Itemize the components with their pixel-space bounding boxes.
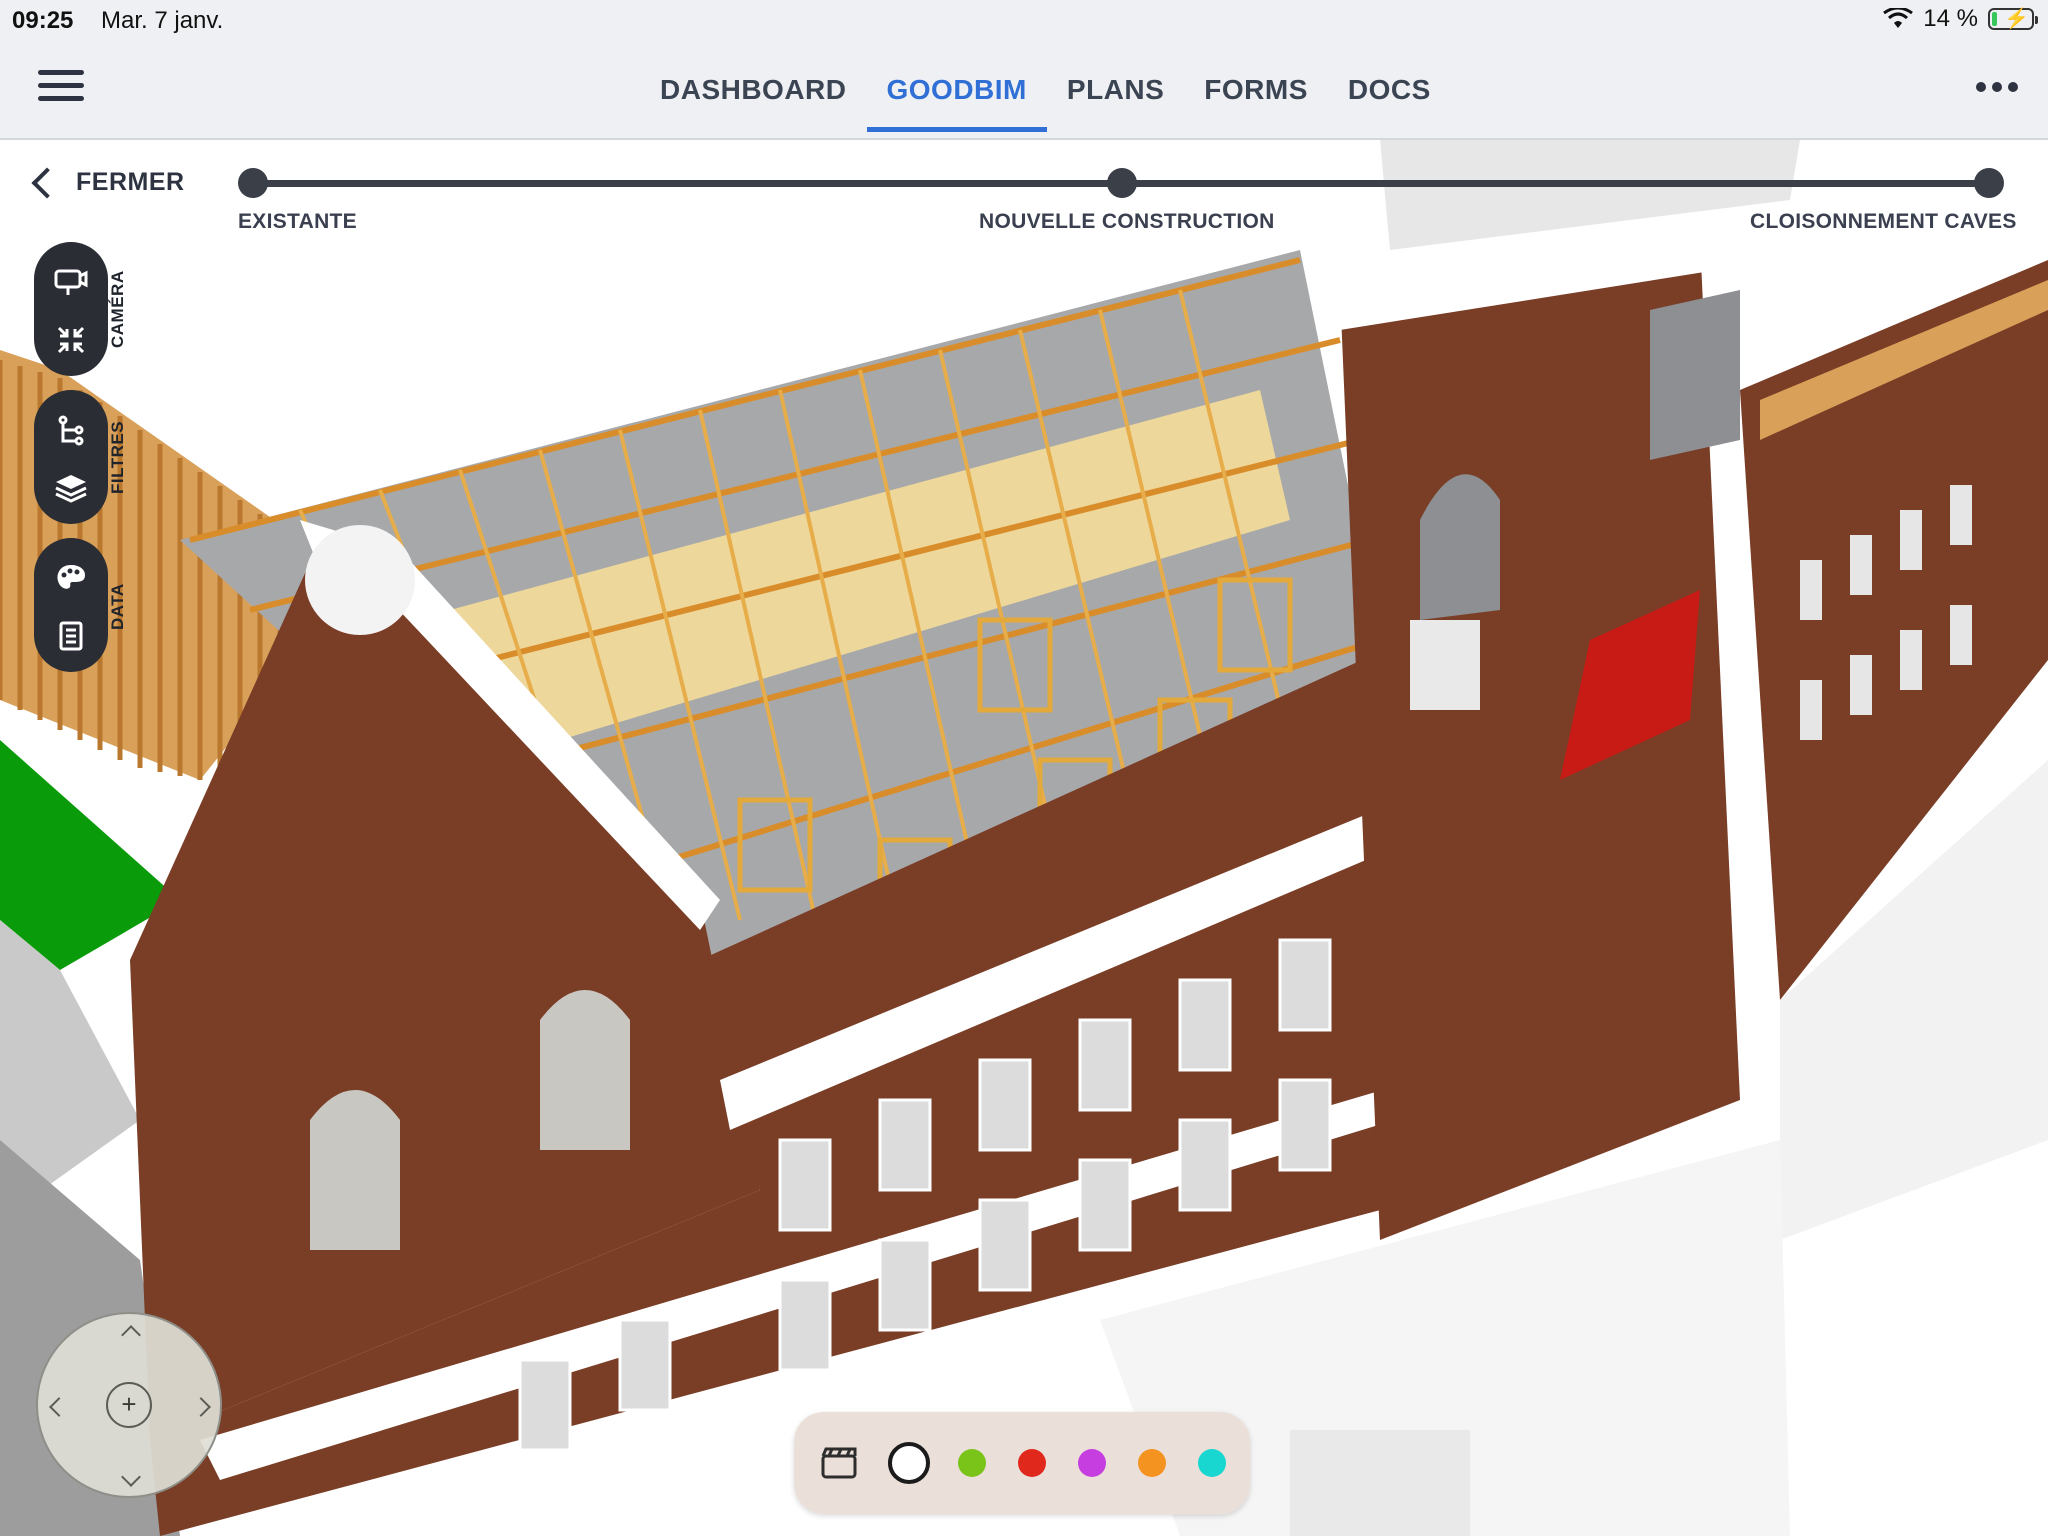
clapperboard-icon[interactable] [820, 1446, 858, 1485]
hamburger-icon[interactable] [38, 70, 84, 106]
joystick-left-arrow-icon [49, 1397, 69, 1417]
camera-icon[interactable] [45, 256, 97, 308]
data-toolbar [34, 538, 108, 672]
battery-level [1992, 12, 1997, 26]
color-swatch-cyan[interactable] [1198, 1449, 1226, 1477]
color-swatch-orange[interactable] [1138, 1449, 1166, 1477]
tab-dashboard[interactable]: DASHBOARD [640, 38, 867, 138]
status-date: Mar. 7 janv. [101, 7, 224, 34]
color-swatch-red[interactable] [1018, 1449, 1046, 1477]
joystick-right-arrow-icon [191, 1397, 211, 1417]
battery-icon: ⚡ [1988, 8, 2038, 30]
phase-label-cloisonnement-caves: CLOISONNEMENT CAVES [1750, 210, 2017, 233]
phase-node-cloisonnement-caves[interactable] [1974, 168, 2004, 198]
tab-plans[interactable]: PLANS [1047, 38, 1184, 138]
top-nav-bar: DASHBOARD GOODBIM PLANS FORMS DOCS [0, 38, 2048, 140]
phase-label-nouvelle-construction: NOUVELLE CONSTRUCTION [979, 210, 1275, 233]
tab-docs[interactable]: DOCS [1328, 38, 1451, 138]
close-label: FERMER [76, 168, 185, 196]
wifi-icon [1883, 8, 1914, 28]
nav-tabs: DASHBOARD GOODBIM PLANS FORMS DOCS [640, 38, 1451, 138]
close-button[interactable]: FERMER [28, 166, 185, 199]
tab-goodbim[interactable]: GOODBIM [866, 38, 1048, 138]
camera-label: CAMÉRA [108, 270, 127, 348]
camera-toolbar [34, 242, 108, 376]
battery-percent: 14 % [1923, 5, 1978, 32]
chevron-left-icon [31, 166, 63, 199]
phase-node-nouvelle-construction[interactable] [1107, 168, 1137, 198]
tab-forms[interactable]: FORMS [1184, 38, 1328, 138]
joystick-up-arrow-icon [121, 1325, 141, 1345]
filters-label: FILTRES [108, 420, 127, 494]
phase-node-existante[interactable] [238, 168, 268, 198]
more-dots-icon[interactable] [1976, 82, 2018, 92]
joystick-center-button[interactable]: + [106, 1382, 152, 1428]
bim-3d-viewport[interactable] [0, 140, 2048, 1536]
status-bar: 09:25 Mar. 7 janv. 14 % ⚡ [0, 0, 2048, 38]
collapse-icon[interactable] [45, 314, 97, 366]
charging-bolt-icon: ⚡ [2004, 8, 2029, 30]
navigation-joystick[interactable]: + [36, 1312, 222, 1498]
palette-icon[interactable] [45, 552, 97, 604]
layers-icon[interactable] [45, 462, 97, 514]
joystick-down-arrow-icon [121, 1467, 141, 1487]
color-swatch-white-selected[interactable] [888, 1442, 930, 1484]
data-label: DATA [108, 583, 127, 630]
tree-filter-icon[interactable] [45, 404, 97, 456]
annotation-color-palette [794, 1412, 1250, 1514]
phase-label-existante: EXISTANTE [238, 210, 357, 233]
document-icon[interactable] [45, 610, 97, 662]
color-swatch-green[interactable] [958, 1449, 986, 1477]
color-swatch-purple[interactable] [1078, 1449, 1106, 1477]
status-time: 09:25 [12, 7, 74, 34]
filters-toolbar [34, 390, 108, 524]
